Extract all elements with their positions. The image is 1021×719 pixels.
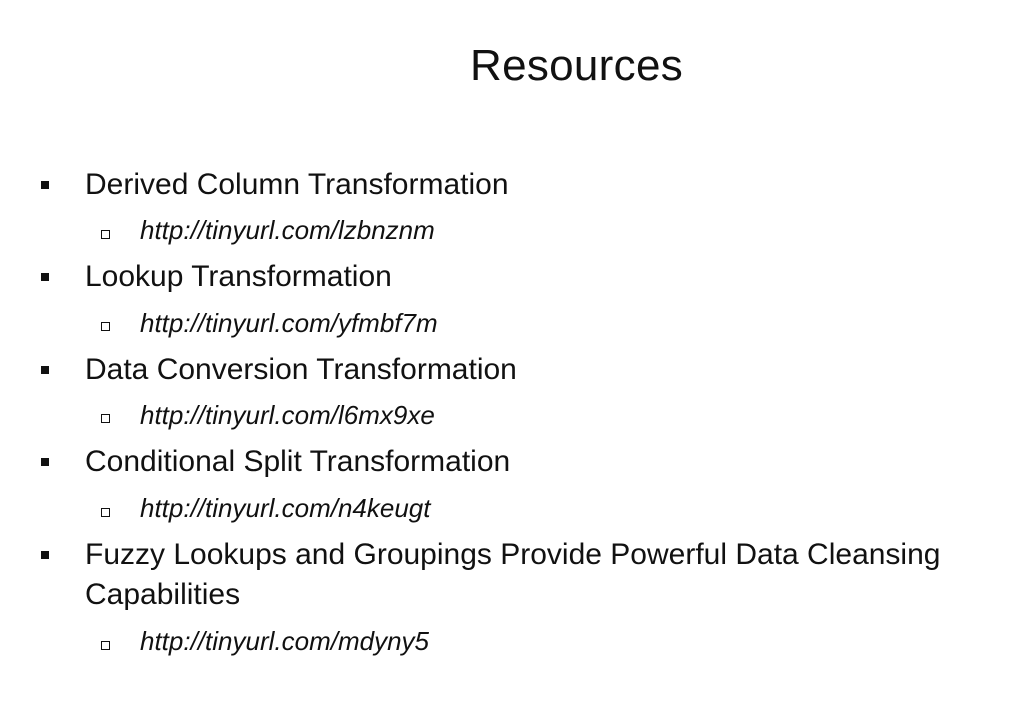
hollow-square-bullet-icon xyxy=(101,322,110,331)
resource-link[interactable]: http://tinyurl.com/mdyny5 xyxy=(140,624,429,658)
resource-title: Derived Column Transformation xyxy=(85,168,509,201)
resource-link[interactable]: http://tinyurl.com/lzbnznm xyxy=(140,213,435,247)
filled-square-bullet-icon xyxy=(41,273,49,281)
hollow-square-bullet-icon xyxy=(101,414,110,423)
filled-square-bullet-icon xyxy=(41,551,49,559)
filled-square-bullet-icon xyxy=(41,458,49,466)
resource-link[interactable]: http://tinyurl.com/l6mx9xe xyxy=(140,398,435,432)
hollow-square-bullet-icon xyxy=(101,641,110,650)
filled-square-bullet-icon xyxy=(41,181,49,189)
slide-title: Resources xyxy=(470,41,684,90)
resource-title: Conditional Split Transformation xyxy=(85,445,511,478)
resource-title: Lookup Transformation xyxy=(85,260,392,293)
resource-link[interactable]: http://tinyurl.com/n4keugt xyxy=(140,491,430,525)
hollow-square-bullet-icon xyxy=(101,508,110,517)
resource-title: Data Conversion Transformation xyxy=(85,353,517,386)
resource-title: Fuzzy Lookups and Groupings Provide Powe… xyxy=(85,538,941,611)
hollow-square-bullet-icon xyxy=(101,230,110,239)
resource-link[interactable]: http://tinyurl.com/yfmbf7m xyxy=(140,306,438,340)
filled-square-bullet-icon xyxy=(41,366,49,374)
